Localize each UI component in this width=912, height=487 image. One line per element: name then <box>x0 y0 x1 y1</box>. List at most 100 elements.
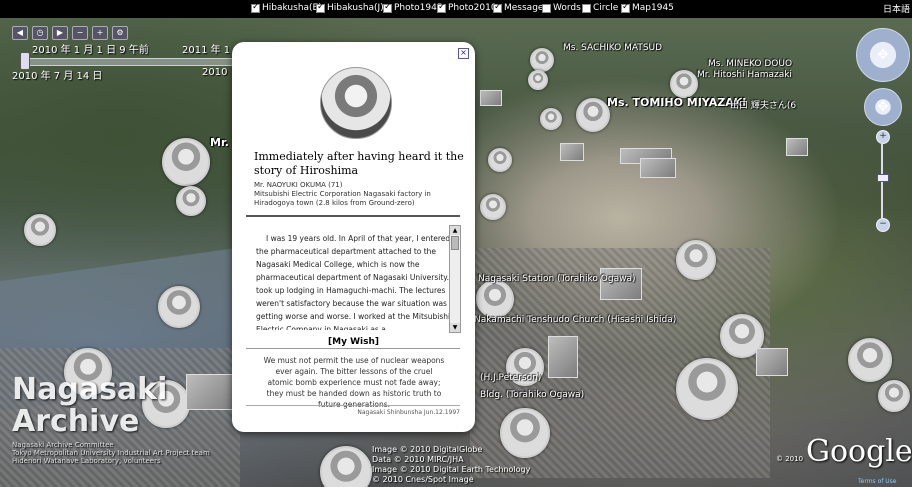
photo-marker[interactable] <box>548 336 578 378</box>
google-logo: Google <box>806 434 912 469</box>
witness-marker[interactable] <box>848 338 892 382</box>
checkbox-hibakusha-e[interactable]: Hibakusha(E) <box>251 2 322 13</box>
google-copyright: © 2010 <box>776 455 804 463</box>
testimony-body: I was 19 years old. In April of that yea… <box>256 234 454 330</box>
checkbox-photo1945[interactable]: Photo1945 <box>383 2 443 13</box>
checkbox-box[interactable] <box>621 2 630 13</box>
witness-label[interactable]: Ms. MINEKO DOUO <box>708 59 792 69</box>
settings-icon[interactable]: ⚙ <box>112 26 128 40</box>
current-date: 2010 年 7 月 14 日 <box>12 71 103 82</box>
move-arrows-icon: ✥ <box>877 99 889 115</box>
project-credits: Nagasaki Archive Committee Tokyo Metropo… <box>12 441 210 465</box>
checkbox-label: Circle <box>593 3 619 13</box>
checkbox-box[interactable] <box>542 3 551 13</box>
checkbox-message[interactable]: Message <box>493 2 543 13</box>
witness-marker[interactable] <box>476 280 514 318</box>
witness-label[interactable]: 出口 輝夫さん(6 <box>730 98 796 111</box>
language-link[interactable]: 日本語 <box>883 2 910 15</box>
photo-marker[interactable] <box>186 374 236 410</box>
next-icon[interactable]: ▶ <box>52 26 68 40</box>
zoom-slider[interactable]: + − <box>876 130 890 232</box>
credit-line: © 2010 Cnes/Spot Image <box>372 475 474 484</box>
checkbox-label: Words <box>553 3 581 13</box>
credit-line: Data © 2010 MIRC/JHA <box>372 455 464 464</box>
zoom-out-time-icon[interactable]: − <box>72 26 88 40</box>
time-start: 2010 年 1 月 1 日 9 午前 <box>32 45 149 56</box>
place-label[interactable]: (H.J.Peterson) <box>480 373 541 383</box>
logo-line: Archive <box>12 404 140 439</box>
witness-label[interactable]: Ms. SACHIKO MATSUD <box>563 43 662 53</box>
checkbox-label: Photo1945 <box>394 3 443 13</box>
checkbox-box[interactable] <box>316 2 325 13</box>
prev-icon[interactable]: ◀ <box>12 26 28 40</box>
checkbox-box[interactable] <box>437 2 446 13</box>
compass-icon: ✥ <box>877 47 889 63</box>
witness-label[interactable]: Mr. Hitoshi Hamazaki <box>697 70 792 80</box>
photo-marker[interactable] <box>560 143 584 161</box>
witness-marker[interactable] <box>162 138 210 186</box>
photo-marker[interactable] <box>640 158 676 178</box>
photo-marker[interactable] <box>786 138 808 156</box>
zoom-in-time-icon[interactable]: + <box>92 26 108 40</box>
move-control[interactable]: ✥ <box>864 88 902 126</box>
checkbox-box[interactable] <box>582 3 591 13</box>
look-around-control[interactable]: ✥ <box>856 28 910 82</box>
witness-marker[interactable] <box>24 214 56 246</box>
place-label[interactable]: Bldg. (Torahiko Ogawa) <box>480 390 584 400</box>
zoom-handle[interactable] <box>877 174 889 182</box>
nagasaki-archive-logo: Nagasaki Archive <box>12 374 167 438</box>
witness-marker[interactable] <box>878 380 910 412</box>
witness-marker[interactable] <box>530 48 554 72</box>
checkbox-words[interactable]: Words <box>542 3 581 13</box>
time-end: 2011 年 1 <box>182 45 231 56</box>
witness-label[interactable]: Ms. TOMIHO MIYAZAKI <box>607 96 746 109</box>
witness-marker[interactable] <box>670 70 698 98</box>
photo-marker[interactable] <box>480 90 502 106</box>
checkbox-label: Hibakusha(J) <box>327 3 384 13</box>
layer-toolbar: Hibakusha(E) Hibakusha(J) Photo1945 Phot… <box>0 0 912 18</box>
checkbox-box[interactable] <box>383 2 392 13</box>
credit-line: Nagasaki Archive Committee <box>12 441 114 449</box>
credit-line: Image © 2010 Digital Earth Technology <box>372 465 531 474</box>
checkbox-photo2010[interactable]: Photo2010 <box>437 2 497 13</box>
scroll-down-icon[interactable]: ▼ <box>450 323 460 332</box>
witness-name: Mr. NAOYUKI OKUMA (71) <box>254 181 343 189</box>
zoom-out-icon[interactable]: − <box>876 218 890 232</box>
scroll-thumb[interactable] <box>451 236 459 250</box>
witness-marker[interactable] <box>158 286 200 328</box>
witness-marker[interactable] <box>676 240 716 280</box>
logo-line: Nagasaki <box>12 372 168 407</box>
close-icon[interactable]: × <box>458 48 469 59</box>
credit-line: Image © 2010 DigitalGlobe <box>372 445 483 454</box>
witness-marker[interactable] <box>320 446 372 487</box>
divider <box>246 348 460 349</box>
witness-details: Mr. NAOYUKI OKUMA (71) Mitsubishi Electr… <box>254 181 464 208</box>
zoom-in-icon[interactable]: + <box>876 130 890 144</box>
witness-marker[interactable] <box>676 358 738 420</box>
testimony-scrollbar[interactable]: ▲ ▼ <box>449 225 461 333</box>
witness-marker[interactable] <box>480 194 506 220</box>
checkbox-box[interactable] <box>493 2 502 13</box>
photo-marker[interactable] <box>600 268 642 300</box>
testimony-title: Immediately after having heard it the st… <box>254 150 464 177</box>
checkbox-label: Hibakusha(E) <box>262 3 322 13</box>
checkbox-hibakusha-j[interactable]: Hibakusha(J) <box>316 2 384 13</box>
witness-marker[interactable] <box>576 98 610 132</box>
place-label[interactable]: Nakamachi Tenshudo Church (Hisashi Ishid… <box>474 315 676 325</box>
witness-marker[interactable] <box>488 148 512 172</box>
witness-label[interactable]: Mr. <box>210 136 229 149</box>
checkbox-box[interactable] <box>251 2 260 13</box>
witness-marker[interactable] <box>540 108 562 130</box>
photo-marker[interactable] <box>756 348 788 376</box>
witness-marker[interactable] <box>176 186 206 216</box>
checkbox-circle[interactable]: Circle <box>582 3 618 13</box>
checkbox-map1945[interactable]: Map1945 <box>621 2 674 13</box>
clock-icon[interactable]: ◷ <box>32 26 48 40</box>
terms-link[interactable]: Terms of Use <box>858 478 896 485</box>
checkbox-label: Photo2010 <box>448 3 497 13</box>
current-date-partial: 2010 <box>202 67 228 78</box>
scroll-up-icon[interactable]: ▲ <box>450 226 460 235</box>
witness-marker[interactable] <box>528 70 548 90</box>
place-label[interactable]: Nagasaki Station (Torahiko Ogawa) <box>478 274 635 284</box>
wish-text: We must not permit the use of nuclear we… <box>263 356 445 409</box>
